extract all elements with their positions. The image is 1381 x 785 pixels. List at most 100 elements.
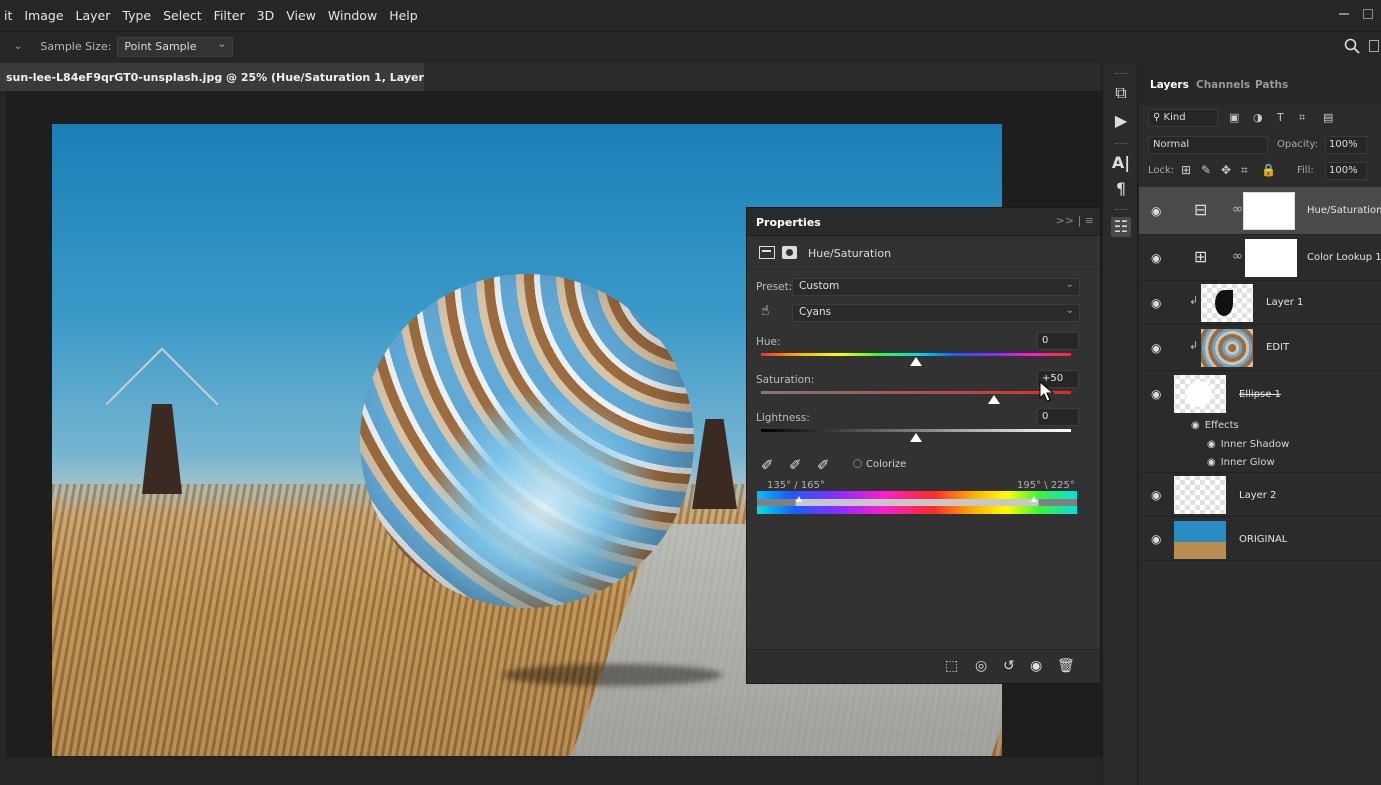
eye-icon[interactable]: ◉ bbox=[1151, 532, 1161, 546]
eye-icon[interactable]: ◉ bbox=[1151, 341, 1161, 355]
range-handle-left[interactable] bbox=[796, 496, 802, 502]
lightness-field[interactable]: 0 bbox=[1037, 408, 1079, 426]
color-range-slider[interactable] bbox=[757, 499, 1077, 506]
tab-paths[interactable]: Paths bbox=[1255, 79, 1288, 91]
range-handle-right[interactable] bbox=[1031, 496, 1037, 502]
menu-layer[interactable]: Layer bbox=[70, 8, 117, 23]
lock-transparent-icon[interactable]: ⊞ bbox=[1181, 163, 1191, 177]
sample-size-dropdown[interactable]: Point Sample bbox=[117, 36, 234, 57]
layer-row-ellipse-1[interactable]: ◉ Ellipse 1 ◉ Effects ◉ Inner Shadow ◉ Inne… bbox=[1139, 371, 1381, 473]
chevron-down-icon: ⌄ bbox=[1065, 278, 1074, 290]
history-icon[interactable]: ⧉ bbox=[1111, 83, 1131, 103]
menu-type[interactable]: Type bbox=[116, 8, 157, 23]
opacity-field[interactable]: 100% bbox=[1325, 136, 1367, 154]
panel-menu-icon[interactable]: >> | ≡ bbox=[1056, 214, 1094, 227]
smart-object-filter-icon[interactable]: ▤ bbox=[1323, 111, 1333, 124]
menu-filter[interactable]: Filter bbox=[208, 8, 251, 23]
layer-thumbnail[interactable] bbox=[1201, 284, 1253, 322]
effect-inner-shadow[interactable]: ◉ Inner Shadow bbox=[1207, 439, 1289, 450]
eye-icon[interactable]: ◉ bbox=[1151, 251, 1161, 265]
lock-all-icon[interactable]: 🔒 bbox=[1261, 163, 1276, 177]
menu-help[interactable]: Help bbox=[383, 8, 424, 23]
menu-window[interactable]: Window bbox=[322, 8, 383, 23]
eyedropper-minus-icon[interactable]: ✐ bbox=[817, 456, 830, 474]
effect-inner-glow[interactable]: ◉ Inner Glow bbox=[1207, 457, 1275, 468]
tab-layers[interactable]: Layers bbox=[1150, 79, 1189, 91]
layer-thumbnail[interactable] bbox=[1201, 329, 1253, 367]
tab-channels[interactable]: Channels bbox=[1196, 79, 1250, 91]
channel-value: Cyans bbox=[799, 306, 832, 318]
menu-view[interactable]: View bbox=[280, 8, 322, 23]
layer-mask-thumbnail[interactable] bbox=[1245, 239, 1297, 277]
layer-row-edit[interactable]: ◉ ↲ EDIT bbox=[1139, 325, 1381, 371]
type-filter-icon[interactable]: T bbox=[1277, 111, 1284, 124]
tool-preset-chevron-icon[interactable]: ⌄ bbox=[14, 41, 22, 52]
eye-icon[interactable]: ◉ bbox=[1151, 204, 1161, 218]
lightness-slider-thumb[interactable] bbox=[910, 433, 922, 442]
lock-pixels-icon[interactable]: ✎ bbox=[1201, 163, 1211, 177]
play-icon[interactable]: ▶ bbox=[1111, 111, 1131, 131]
eyedropper-icon[interactable]: ✐ bbox=[761, 456, 774, 474]
type-icon[interactable]: A| bbox=[1111, 153, 1131, 173]
pixel-filter-icon[interactable]: ▣ bbox=[1229, 111, 1239, 124]
adjustment-filter-icon[interactable]: ◑ bbox=[1253, 111, 1263, 124]
kind-filter-dropdown[interactable]: ⚲ Kind bbox=[1148, 109, 1218, 127]
properties-footer: ⬚ ◎ ↺ ◉ 🗑 bbox=[747, 649, 1100, 683]
adjustments-icon[interactable]: ☷ bbox=[1111, 217, 1131, 237]
layer-mask-icon[interactable] bbox=[782, 246, 797, 259]
shape-filter-icon[interactable]: ⌗ bbox=[1299, 111, 1305, 125]
lightness-slider[interactable] bbox=[761, 429, 1071, 432]
workspace-icon[interactable] bbox=[1369, 40, 1379, 52]
document-tab[interactable]: sun-lee-L84eF9qrGT0-unsplash.jpg @ 25% (… bbox=[0, 63, 424, 91]
layer-row-hue-saturation[interactable]: ◉ ⊟ ∞ Hue/Saturation bbox=[1139, 187, 1381, 235]
link-icon[interactable]: ∞ bbox=[1232, 249, 1243, 264]
search-icon[interactable] bbox=[1343, 37, 1361, 55]
hue-field[interactable]: 0 bbox=[1037, 332, 1079, 350]
link-icon[interactable]: ∞ bbox=[1232, 202, 1243, 217]
channel-dropdown[interactable]: Cyans ⌄ bbox=[792, 304, 1080, 322]
saturation-slider-thumb[interactable] bbox=[987, 395, 1000, 404]
paragraph-icon[interactable]: ¶ bbox=[1111, 179, 1131, 199]
layer-row-original[interactable]: ◉ ORIGINAL bbox=[1139, 517, 1381, 561]
effect-name: Inner Shadow bbox=[1220, 439, 1290, 450]
trash-icon[interactable]: 🗑 bbox=[1057, 658, 1075, 674]
layer-thumbnail[interactable] bbox=[1174, 476, 1226, 514]
visibility-icon[interactable]: ◉ bbox=[1030, 658, 1042, 674]
layer-thumbnail[interactable] bbox=[1174, 521, 1226, 559]
hand-target-icon[interactable]: ☝ bbox=[761, 303, 770, 319]
layer-row-layer-1[interactable]: ◉ ↲ Layer 1 bbox=[1139, 281, 1381, 325]
hue-slider-thumb[interactable] bbox=[910, 357, 922, 366]
eyedropper-plus-icon[interactable]: ✐ bbox=[789, 456, 802, 474]
menu-image[interactable]: Image bbox=[18, 8, 69, 23]
maximize-icon[interactable] bbox=[1363, 9, 1373, 19]
layer-thumbnail[interactable] bbox=[1174, 375, 1226, 413]
saturation-slider[interactable] bbox=[761, 391, 1071, 394]
colorize-checkbox-box[interactable] bbox=[853, 459, 862, 468]
colorize-label: Colorize bbox=[866, 459, 907, 470]
minimize-icon[interactable] bbox=[1339, 9, 1349, 15]
clip-icon[interactable]: ⬚ bbox=[945, 658, 958, 674]
fill-field[interactable]: 100% bbox=[1325, 162, 1367, 180]
eye-icon[interactable]: ◉ bbox=[1207, 439, 1216, 450]
lock-artboard-icon[interactable]: ⌗ bbox=[1241, 163, 1248, 178]
colorize-checkbox[interactable]: Colorize bbox=[853, 459, 906, 470]
eye-icon[interactable]: ◉ bbox=[1151, 296, 1161, 310]
eye-icon[interactable]: ◉ bbox=[1207, 457, 1216, 468]
eye-icon[interactable]: ◉ bbox=[1151, 488, 1161, 502]
menu-edit[interactable]: it bbox=[0, 8, 18, 23]
lock-position-icon[interactable]: ✥ bbox=[1221, 163, 1231, 177]
preset-dropdown[interactable]: Custom ⌄ bbox=[792, 278, 1080, 296]
menu-3d[interactable]: 3D bbox=[251, 8, 281, 23]
menu-select[interactable]: Select bbox=[157, 8, 208, 23]
effects-item[interactable]: ◉ Effects bbox=[1191, 420, 1239, 431]
hue-saturation-icon[interactable] bbox=[759, 246, 775, 259]
layer-mask-thumbnail[interactable] bbox=[1243, 192, 1295, 230]
eye-icon[interactable]: ◉ bbox=[1151, 387, 1161, 401]
reset-icon[interactable]: ↺ bbox=[1003, 658, 1015, 674]
eye-icon[interactable]: ◉ bbox=[1191, 420, 1200, 431]
blend-mode-dropdown[interactable]: Normal bbox=[1148, 136, 1268, 154]
layer-row-color-lookup[interactable]: ◉ ⊞ ∞ Color Lookup 1 bbox=[1139, 235, 1381, 281]
hue-slider[interactable] bbox=[761, 353, 1071, 356]
view-previous-icon[interactable]: ◎ bbox=[975, 658, 987, 674]
layer-row-layer-2[interactable]: ◉ Layer 2 bbox=[1139, 473, 1381, 517]
